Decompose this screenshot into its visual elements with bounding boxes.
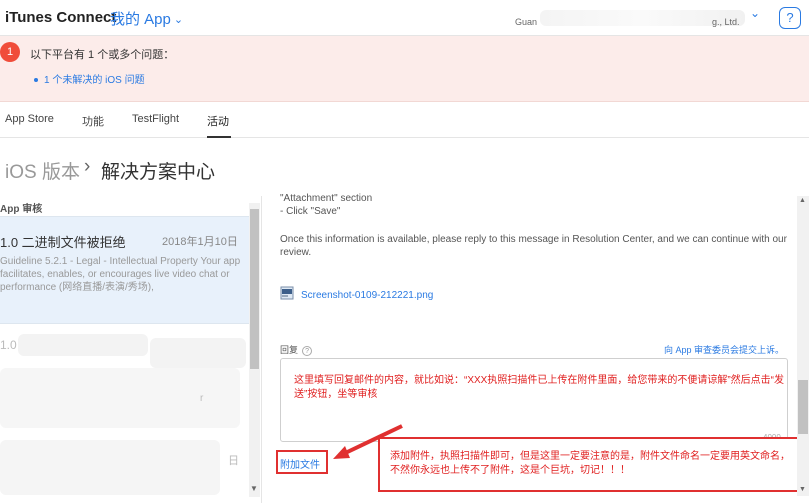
attachment-link[interactable]: Screenshot-0109-212221.png xyxy=(301,290,433,301)
redacted-block xyxy=(0,440,220,495)
issue-count-badge: 1 xyxy=(0,42,20,62)
list-scrollbar-thumb[interactable] xyxy=(250,209,259,369)
unresolved-issue-link[interactable]: 1 个未解决的 iOS 问题 xyxy=(34,71,145,86)
scroll-down-arrow-icon[interactable]: ▼ xyxy=(250,484,258,493)
list-section-label: App 审核 xyxy=(0,204,43,215)
message-paragraph: Once this information is available, plea… xyxy=(280,234,787,258)
help-button[interactable]: ? xyxy=(779,7,801,29)
message-line: - Click "Save" xyxy=(280,206,341,217)
chevron-down-icon: ⌄ xyxy=(173,14,184,26)
brand-title[interactable]: iTunes Connect xyxy=(5,9,116,26)
image-file-icon xyxy=(280,286,294,300)
bullet-icon xyxy=(34,78,38,83)
unresolved-issue-label: 1 个未解决的 iOS 问题 xyxy=(44,75,145,86)
list-item-3-date-fragment: 日 xyxy=(228,455,239,467)
redacted-block xyxy=(18,334,148,356)
list-item-body: Guideline 5.2.1 - Legal - Intellectual P… xyxy=(0,256,241,293)
account-chevron-icon[interactable]: ⌄ xyxy=(750,6,760,20)
my-app-menu[interactable]: 我的 App ⌄ xyxy=(110,8,183,29)
detail-scrollbar[interactable] xyxy=(797,196,809,496)
breadcrumb-separator: › xyxy=(84,156,91,177)
tab-activity[interactable]: 活动 xyxy=(207,113,229,129)
list-item-2-title-fragment[interactable]: 1.0 xyxy=(0,338,17,352)
help-icon[interactable]: ? xyxy=(302,346,313,356)
list-item-title: 1.0 二进制文件被拒绝 xyxy=(0,235,126,250)
tab-testflight[interactable]: TestFlight xyxy=(132,113,179,125)
tab-app-store[interactable]: App Store xyxy=(5,113,54,125)
active-tab-indicator xyxy=(207,136,231,138)
tab-features[interactable]: 功能 xyxy=(82,113,104,129)
reply-label: 回复? xyxy=(280,343,313,356)
page-title: 解决方案中心 xyxy=(101,162,216,183)
annotation-text: 添加附件，执照扫描件即可，但是这里一定要注意的是，附件文件命名一定要用英文命名，… xyxy=(390,451,790,476)
breadcrumb-ios-version[interactable]: iOS 版本 xyxy=(5,157,80,184)
attach-file-button[interactable]: 附加文件 xyxy=(280,456,320,471)
my-app-label: 我的 App xyxy=(110,11,171,28)
reply-label-text: 回复 xyxy=(280,345,299,355)
issue-banner-title: 以下平台有 1 个或多个问题： xyxy=(30,49,175,61)
redacted-block xyxy=(0,368,240,428)
appeal-link[interactable]: 向 App 审查委员会提交上诉。 xyxy=(664,343,784,356)
detail-scrollbar-thumb[interactable] xyxy=(798,380,808,434)
reply-content: 这里填写回复邮件的内容，就比如说：“XXX执照扫描件已上传在附件里面，给您带来的… xyxy=(294,375,784,400)
redacted-block xyxy=(150,338,246,368)
scroll-up-arrow-icon[interactable]: ▲ xyxy=(799,197,806,204)
message-line: "Attachment" section xyxy=(280,193,373,204)
list-item-2-fragment: r xyxy=(200,393,204,404)
list-item-date: 2018年1月10日 xyxy=(162,236,238,248)
account-name-suffix: g., Ltd. xyxy=(712,17,740,27)
tab-bar xyxy=(0,102,809,138)
account-name-prefix: Guan xyxy=(515,17,538,27)
scroll-down-arrow-icon[interactable]: ▼ xyxy=(799,486,806,493)
